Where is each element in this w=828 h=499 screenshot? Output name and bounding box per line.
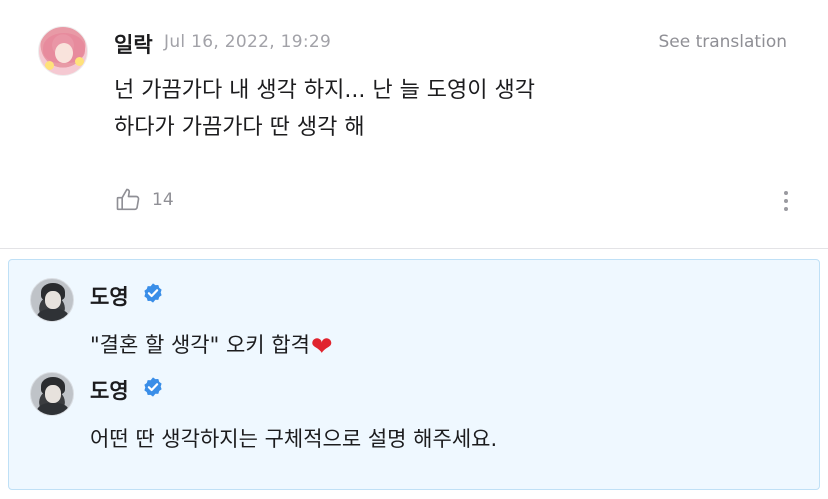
avatar-flower (45, 61, 54, 70)
verified-badge-icon (144, 283, 162, 303)
artist-reply-text: 어떤 딴 생각하지는 구체적으로 설명 해주세요. (90, 427, 498, 451)
artist-avatar[interactable] (30, 372, 74, 416)
like-button[interactable]: 14 (114, 186, 174, 214)
like-count: 14 (152, 190, 174, 210)
user-avatar[interactable] (38, 26, 88, 76)
comment-line: 하다가 가끔가다 딴 생각 해 (114, 115, 365, 140)
avatar-face (45, 385, 61, 403)
avatar-face (55, 43, 73, 63)
avatar-flower (75, 57, 84, 66)
more-options-icon[interactable] (778, 188, 794, 216)
artist-reply-text: "결혼 할 생각" 오키 합격❤ (90, 329, 333, 362)
artist-replies-box: 도영 "결혼 할 생각" 오키 합격❤ 도영 어떤 딴 생각하지는 구체적으로 … (8, 259, 820, 490)
comment-body: 넌 가끔가다 내 생각 하지... 난 늘 도영이 생각 하다가 가끔가다 딴 … (114, 72, 714, 146)
artist-name[interactable]: 도영 (90, 281, 129, 311)
reply-text: "결혼 할 생각" 오키 합격 (90, 333, 310, 357)
artist-name[interactable]: 도영 (90, 375, 129, 405)
comment-line: 넌 가끔가다 내 생각 하지... 난 늘 도영이 생각 (114, 78, 536, 103)
verified-badge-icon (144, 377, 162, 397)
red-heart-icon: ❤ (310, 332, 333, 362)
comment-username[interactable]: 일락 (114, 29, 153, 59)
divider (0, 248, 828, 249)
avatar-face (45, 291, 61, 309)
artist-avatar[interactable] (30, 278, 74, 322)
comment-timestamp: Jul 16, 2022, 19:29 (164, 32, 332, 52)
avatar-body (37, 403, 69, 415)
see-translation-link[interactable]: See translation (658, 32, 787, 52)
avatar-body (37, 309, 69, 321)
comment-card: 일락 Jul 16, 2022, 19:29 See translation 넌… (0, 0, 828, 248)
thumbs-up-icon (116, 188, 140, 211)
